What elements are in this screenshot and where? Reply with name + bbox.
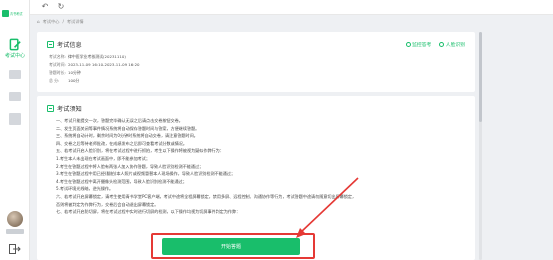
notice-card-icon [47,105,54,112]
face-tag-label: 人脸识别 [445,43,465,48]
breadcrumb: ⌂ 考试中心 / 考试详情 [30,15,553,28]
notice-item: 2.考生在答题过程中将人脸有两张人加入协作答题，导致人脸识别检测不能通过； [56,163,204,169]
sidebar-item-placeholder[interactable] [9,92,21,101]
brand-logo-icon [2,10,9,17]
exam-score-row: 总 分: 100分 [49,78,80,83]
scrollbar[interactable] [479,32,482,260]
user-name-placeholder [6,229,24,234]
brand-name: 青书考试 [10,12,23,16]
notice-item: 否则将被判定为作弊行为，交卷后会自动退出屏幕锁定。 [56,201,159,207]
sidebar: 青书考试 考试中心 [0,0,30,260]
scrollbar-thumb[interactable] [479,32,482,122]
breadcrumb-item-current: 考试详情 [66,18,84,24]
notice-list: 一、考试只能提交一次，答题完毕确认无误之后请点击交卷按钮交卷。 二、发生页面关闭… [56,117,476,216]
exam-duration-row: 答题时长: 10分钟 [49,70,81,75]
notice-item: 四、交卷之后等待老师批改，在成绩发布之后即可查看考试分数或情况。 [56,140,187,146]
back-icon[interactable]: ↶ [40,2,50,12]
notice-header: 考试须知 [47,104,82,113]
notice-item: 二、发生页面关闭等事件情况系统将自动保存答题时间与答案，方便继续答题。 [56,125,200,131]
notice-item: 3.考生在答题过程中用已经(翻拍)本人照片或视频冒替本人现场操作，导致人脸识别检… [56,171,236,177]
notice-item: 五、若考试开启人脸识别，将在考试过程中进行抓拍，考生以下操作将被视为疑似作弊行为… [56,148,224,154]
logout-icon[interactable] [9,244,21,254]
exam-info-title: 考试信息 [57,42,82,49]
topbar: ↶ ↻ [30,0,553,15]
sidebar-item-exam-center[interactable]: 考试中心 [0,38,30,59]
exam-notice-card: 考试须知 一、考试只能提交一次，答题完毕确认无误之后请点击交卷按钮交卷。 二、发… [37,96,475,260]
monitor-tag: 监控答考 [405,41,432,48]
face-icon [439,42,445,47]
monitor-icon [405,42,411,47]
sidebar-item-placeholder[interactable] [9,113,21,125]
refresh-icon[interactable]: ↻ [56,2,66,12]
home-icon[interactable]: ⌂ [37,19,40,24]
brand: 青书考试 [2,10,22,17]
monitor-tag-label: 监控答考 [412,43,432,48]
document-edit-icon [9,38,21,51]
breadcrumb-item[interactable]: 考试中心 [43,19,60,25]
sidebar-item-placeholder[interactable] [9,70,21,79]
exam-time-row: 考试时间: 2023-11-09 16:10-2023-11-09 16:20 [49,62,140,67]
face-recognition-tag: 人脸识别 [439,41,465,48]
exam-info-header: 考试信息 [47,40,82,49]
start-exam-button[interactable]: 开始答题 [162,238,300,255]
exam-tags: 监控答考 人脸识别 [405,41,465,48]
exam-info-card: 考试信息 监控答考 人脸识别 考试名称: 律中医学业考核测试(20231110)… [37,32,475,92]
info-card-icon [47,41,54,48]
notice-item: 六、若考试开启屏幕锁定，请考生使用青书学堂PC客户端，考试中途将全程屏幕锁定，禁… [56,193,357,199]
sidebar-item-label: 考试中心 [4,53,25,59]
notice-item: 5.考试环境光线暗，逆光操作。 [56,186,114,192]
notice-item: 七、若考试开启防切屏，将在考试过程中实时进行切屏的检测，以下操作均视为切屏事件判… [56,209,241,215]
notice-item: 一、考试只能提交一次，答题完毕确认无误之后请点击交卷按钮交卷。 [56,118,183,123]
notice-item: 1.考生本人未出现在考试画面中，即不能参加考试； [56,155,150,161]
notice-title: 考试须知 [57,106,82,113]
notice-item: 4.考生在答题过程中离开摄像头检测范围，导致人脸识别检测不能通过； [56,178,187,184]
breadcrumb-separator: / [62,19,64,24]
notice-item: 三、系统将自动计时，剩余时间为0分钟时系统将自动交卷，请注意答题时间。 [56,133,198,139]
avatar[interactable] [7,211,23,227]
exam-name-row: 考试名称: 律中医学业考核测试(20231110) [49,54,126,59]
